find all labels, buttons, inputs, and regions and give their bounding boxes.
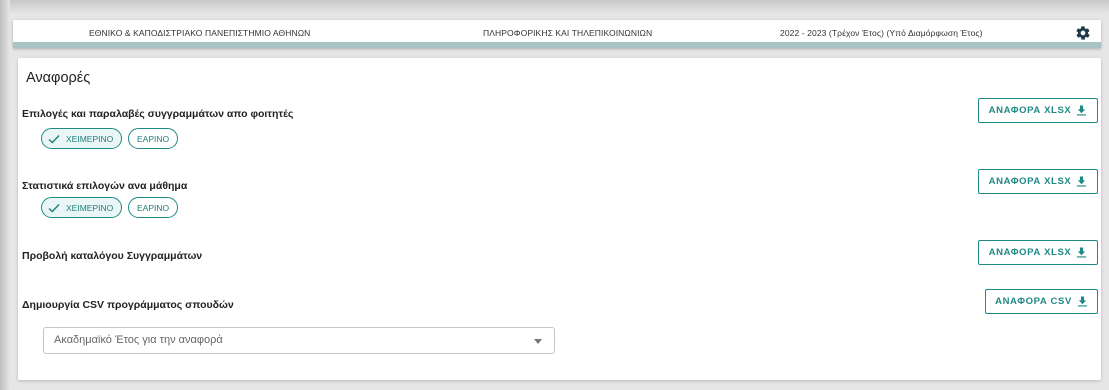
university-name: ΕΘΝΙΚΟ & ΚΑΠΟΔΙΣΤΡΙΑΚΟ ΠΑΝΕΠΙΣΤΗΜΙΟ ΑΘΗΝ… xyxy=(89,28,311,38)
chip-label: ΕΑΡΙΝΟ xyxy=(137,133,170,144)
academic-year[interactable]: 2022 - 2023 (Τρέχον Έτος) (Υπό Διαμόρφωσ… xyxy=(780,28,983,38)
check-icon xyxy=(48,134,60,143)
caret-down-icon xyxy=(534,339,542,344)
xlsx-report-button[interactable]: ΑΝΑΦΟΡΑ XLSX xyxy=(978,98,1098,123)
button-label: ΑΝΑΦΟΡΑ XLSX xyxy=(988,247,1072,258)
download-icon xyxy=(1077,296,1087,307)
page-title: Αναφορές xyxy=(26,70,91,86)
report-title-catalog: Προβολή καταλόγου Συγγραμμάτων xyxy=(22,250,203,262)
chip-label: ΧΕΙΜΕΡΙΝΟ xyxy=(66,202,114,213)
xlsx-report-button[interactable]: ΑΝΑΦΟΡΑ XLSX xyxy=(978,169,1098,194)
csv-report-button[interactable]: ΑΝΑΦΟΡΑ CSV xyxy=(985,289,1098,314)
chip-spring[interactable]: ΕΑΡΙΝΟ xyxy=(128,197,179,218)
window-left-edge xyxy=(0,0,10,390)
chip-label: ΕΑΡΙΝΟ xyxy=(137,202,170,213)
header-bar: ΕΘΝΙΚΟ & ΚΑΠΟΔΙΣΤΡΙΑΚΟ ΠΑΝΕΠΙΣΤΗΜΙΟ ΑΘΗΝ… xyxy=(13,20,1101,48)
report-title-csv: Δημιουργία CSV προγράμματος σπουδών xyxy=(22,299,234,311)
academic-year-select[interactable]: Ακαδημαϊκό Έτος για την αναφορά xyxy=(43,327,555,354)
chip-winter[interactable]: ΧΕΙΜΕΡΙΝΟ xyxy=(41,128,123,149)
report-title-selections: Επιλογές και παραλαβές συγγραμμάτων απο … xyxy=(22,108,294,120)
xlsx-report-button[interactable]: ΑΝΑΦΟΡΑ XLSX xyxy=(978,240,1098,265)
report-title-statistics: Στατιστικά επιλογών ανα μάθημα xyxy=(22,180,188,192)
download-icon xyxy=(1077,247,1087,258)
chip-spring[interactable]: ΕΑΡΙΝΟ xyxy=(128,128,179,149)
gear-icon[interactable] xyxy=(1075,25,1091,41)
download-icon xyxy=(1077,176,1087,187)
department-name: ΠΛΗΡΟΦΟΡΙΚΗΣ ΚΑΙ ΤΗΛΕΠΙΚΟΙΝΩΝΙΩΝ xyxy=(483,28,653,38)
chip-winter[interactable]: ΧΕΙΜΕΡΙΝΟ xyxy=(41,197,123,218)
download-icon xyxy=(1077,105,1087,116)
chip-label: ΧΕΙΜΕΡΙΝΟ xyxy=(66,133,114,144)
check-icon xyxy=(48,203,60,212)
select-placeholder: Ακαδημαϊκό Έτος για την αναφορά xyxy=(54,334,223,346)
window-top-edge xyxy=(0,0,1109,14)
button-label: ΑΝΑΦΟΡΑ XLSX xyxy=(988,105,1072,116)
button-label: ΑΝΑΦΟΡΑ XLSX xyxy=(988,176,1072,187)
button-label: ΑΝΑΦΟΡΑ CSV xyxy=(995,296,1072,307)
